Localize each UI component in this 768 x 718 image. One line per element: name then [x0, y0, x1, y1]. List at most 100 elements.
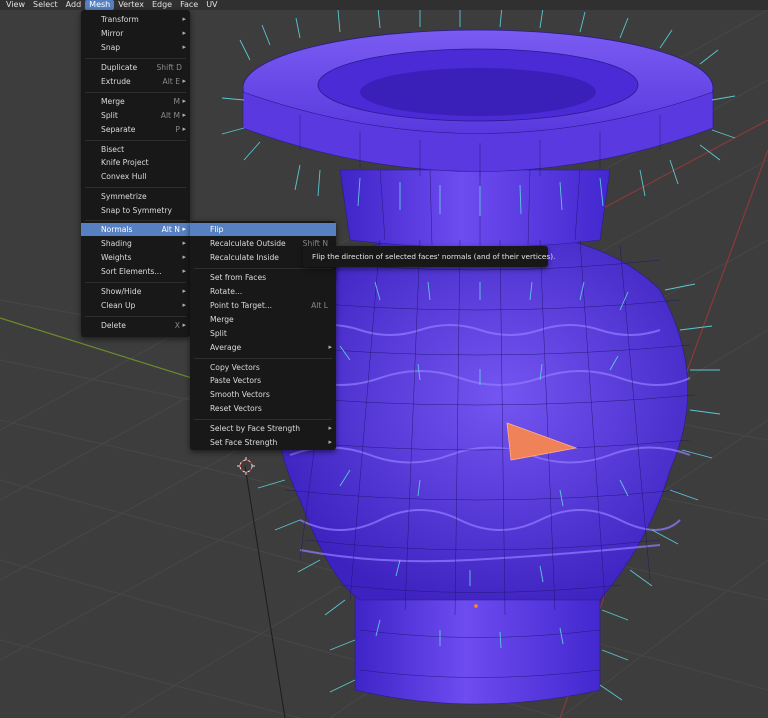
menu-item-shortcut: Alt E — [162, 77, 181, 86]
normals-menu-item-set-from-faces[interactable]: Set from Faces — [190, 271, 336, 284]
menu-item-label: Smooth Vectors — [210, 390, 270, 399]
mesh-menu-item-snap[interactable]: Snap ▸ — [81, 41, 190, 54]
menu-item-label: Split — [210, 329, 227, 338]
submenu-arrow-icon: ▸ — [328, 438, 332, 446]
mesh-menu-item-delete[interactable]: Delete X ▸ — [81, 319, 190, 332]
normals-menu-item-select-by-face-strength[interactable]: Select by Face Strength ▸ — [190, 422, 336, 435]
menu-item-label: Split — [101, 111, 118, 120]
header-menu-mesh[interactable]: Mesh — [85, 0, 115, 10]
menu-item-shortcut: Alt M — [160, 111, 180, 120]
menu-item-label: Show/Hide — [101, 287, 142, 296]
normals-menu-item-set-face-strength[interactable]: Set Face Strength ▸ — [190, 436, 336, 449]
menu-item-label: Reset Vectors — [210, 404, 262, 413]
mesh-menu-item-show-hide[interactable]: Show/Hide ▸ — [81, 285, 190, 298]
menu-item-label: Normals — [101, 225, 133, 234]
menu-item-label: Recalculate Inside — [210, 253, 279, 262]
menu-item-shortcut: X — [174, 321, 180, 330]
mesh-menu-item-bisect[interactable]: Bisect — [81, 143, 190, 156]
mesh-menu-item-sort-elements[interactable]: Sort Elements... ▸ — [81, 265, 190, 278]
menu-separator — [85, 140, 186, 141]
mesh-menu-item-separate[interactable]: Separate P ▸ — [81, 123, 190, 136]
menu-item-label: Knife Project — [101, 158, 149, 167]
normals-menu-item-smooth-vectors[interactable]: Smooth Vectors — [190, 388, 336, 401]
header-menu-view[interactable]: View — [2, 0, 29, 10]
menu-item-label: Set from Faces — [210, 273, 267, 282]
submenu-arrow-icon: ▸ — [182, 43, 186, 51]
menu-item-shortcut: Shift D — [156, 63, 182, 72]
mesh-menu-item-split[interactable]: Split Alt M ▸ — [81, 109, 190, 122]
menu-item-shortcut: P — [175, 125, 180, 134]
normals-menu-item-paste-vectors[interactable]: Paste Vectors — [190, 374, 336, 387]
mesh-menu-item-snap-to-symmetry[interactable]: Snap to Symmetry — [81, 204, 190, 217]
normals-menu-item-average[interactable]: Average ▸ — [190, 341, 336, 354]
submenu-arrow-icon: ▸ — [182, 301, 186, 309]
submenu-arrow-icon: ▸ — [182, 321, 186, 329]
menu-item-label: Point to Target... — [210, 301, 273, 310]
normals-menu-item-point-to-target[interactable]: Point to Target... Alt L — [190, 299, 336, 312]
menu-item-label: Separate — [101, 125, 136, 134]
normals-menu-item-merge[interactable]: Merge — [190, 313, 336, 326]
menu-item-label: Convex Hull — [101, 172, 147, 181]
submenu-arrow-icon: ▸ — [182, 15, 186, 23]
mesh-menu-item-symmetrize[interactable]: Symmetrize — [81, 190, 190, 203]
menu-item-label: Shading — [101, 239, 132, 248]
mesh-menu-item-shading[interactable]: Shading ▸ — [81, 237, 190, 250]
mesh-menu-item-mirror[interactable]: Mirror ▸ — [81, 27, 190, 40]
tooltip-text: Flip the direction of selected faces' no… — [312, 252, 556, 261]
mesh-menu-item-extrude[interactable]: Extrude Alt E ▸ — [81, 75, 190, 88]
submenu-arrow-icon: ▸ — [182, 225, 186, 233]
menu-item-label: Recalculate Outside — [210, 239, 286, 248]
menu-item-label: Rotate... — [210, 287, 243, 296]
header-menu-add[interactable]: Add — [62, 0, 86, 10]
menu-item-label: Bisect — [101, 145, 125, 154]
menu-item-label: Sort Elements... — [101, 267, 162, 276]
mesh-menu-item-duplicate[interactable]: Duplicate Shift D — [81, 61, 190, 74]
flip-tooltip: Flip the direction of selected faces' no… — [303, 246, 555, 267]
menu-separator — [85, 282, 186, 283]
menu-item-label: Delete — [101, 321, 126, 330]
header-menu-uv[interactable]: UV — [202, 0, 221, 10]
menu-item-label: Flip — [210, 225, 224, 234]
menu-item-label: Clean Up — [101, 301, 136, 310]
menu-item-label: Copy Vectors — [210, 363, 260, 372]
mesh-menu-item-weights[interactable]: Weights ▸ — [81, 251, 190, 264]
submenu-arrow-icon: ▸ — [182, 287, 186, 295]
mesh-menu: Transform ▸ Mirror ▸ Snap ▸ Duplicate Shift D Ex… — [81, 10, 190, 337]
header-menu-face[interactable]: Face — [176, 0, 202, 10]
submenu-arrow-icon: ▸ — [182, 267, 186, 275]
submenu-arrow-icon: ▸ — [182, 253, 186, 261]
normals-menu-item-flip[interactable]: Flip — [190, 223, 336, 236]
header-menu-vertex[interactable]: Vertex — [114, 0, 148, 10]
menu-separator — [85, 316, 186, 317]
submenu-arrow-icon: ▸ — [182, 125, 186, 133]
menu-item-label: Paste Vectors — [210, 376, 262, 385]
menu-item-label: Duplicate — [101, 63, 138, 72]
menu-item-label: Symmetrize — [101, 192, 147, 201]
mesh-menu-item-knife-project[interactable]: Knife Project — [81, 156, 190, 169]
mesh-menu-item-merge[interactable]: Merge M ▸ — [81, 95, 190, 108]
submenu-arrow-icon: ▸ — [182, 97, 186, 105]
header-menu-select[interactable]: Select — [29, 0, 62, 10]
normals-menu-item-split[interactable]: Split — [190, 327, 336, 340]
menu-separator — [85, 220, 186, 221]
mesh-menu-item-convex-hull[interactable]: Convex Hull — [81, 170, 190, 183]
header-menubar: View Select Add Mesh Vertex Edge Face UV — [0, 0, 768, 10]
mesh-menu-item-clean-up[interactable]: Clean Up ▸ — [81, 299, 190, 312]
menu-item-label: Transform — [101, 15, 139, 24]
normals-menu-item-copy-vectors[interactable]: Copy Vectors — [190, 361, 336, 374]
menu-item-label: Snap to Symmetry — [101, 206, 172, 215]
menu-item-label: Weights — [101, 253, 132, 262]
normals-menu-item-reset-vectors[interactable]: Reset Vectors — [190, 402, 336, 415]
submenu-arrow-icon: ▸ — [328, 343, 332, 351]
normals-menu-item-rotate[interactable]: Rotate... — [190, 285, 336, 298]
menu-separator — [194, 358, 332, 359]
header-menu-edge[interactable]: Edge — [148, 0, 176, 10]
submenu-arrow-icon: ▸ — [328, 424, 332, 432]
menu-item-label: Merge — [210, 315, 234, 324]
mesh-menu-item-transform[interactable]: Transform ▸ — [81, 13, 190, 26]
menu-item-label: Average — [210, 343, 242, 352]
submenu-arrow-icon: ▸ — [182, 77, 186, 85]
submenu-arrow-icon: ▸ — [182, 29, 186, 37]
mesh-menu-item-normals[interactable]: Normals Alt N ▸ — [81, 223, 190, 236]
menu-item-label: Merge — [101, 97, 125, 106]
